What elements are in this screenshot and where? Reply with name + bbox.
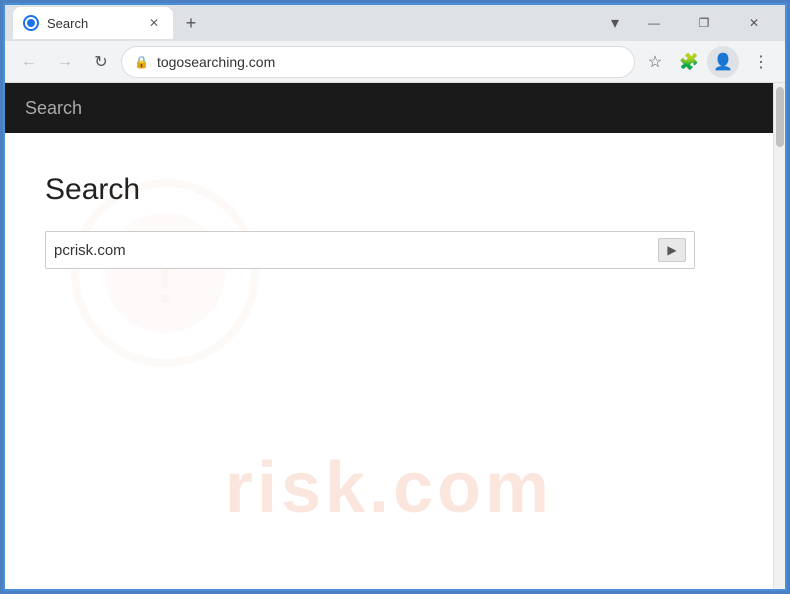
- minimize-button[interactable]: —: [631, 8, 677, 38]
- profile-icon: 👤: [713, 52, 733, 72]
- search-input[interactable]: [54, 242, 658, 259]
- search-submit-icon: ▶: [667, 243, 676, 257]
- watermark-text: risk.com: [5, 447, 773, 529]
- tab-close-button[interactable]: ✕: [145, 14, 163, 32]
- tab-strip: Search ✕ +: [13, 5, 599, 41]
- search-form: ▶: [45, 231, 695, 269]
- address-bar[interactable]: 🔒 togosearching.com: [121, 46, 635, 78]
- chrome-dropdown-icon[interactable]: ▾: [603, 11, 627, 35]
- tab-title: Search: [47, 16, 137, 31]
- maximize-button[interactable]: ❐: [681, 8, 727, 38]
- site-header-title: Search: [25, 98, 82, 119]
- page-main: Search ! risk.com Search ▶: [5, 83, 773, 589]
- forward-button[interactable]: →: [49, 46, 81, 78]
- star-icon: ☆: [648, 52, 662, 72]
- toolbar-right-actions: ☆ 🧩 👤 ⋮: [639, 46, 777, 78]
- browser-window: Search ✕ + ▾ — ❐ ✕ ← → ↻ 🔒 togosearching…: [3, 3, 787, 591]
- profile-button[interactable]: 👤: [707, 46, 739, 78]
- scrollbar[interactable]: [773, 83, 785, 589]
- menu-icon: ⋮: [753, 52, 769, 72]
- menu-button[interactable]: ⋮: [745, 46, 777, 78]
- scrollbar-thumb[interactable]: [776, 87, 784, 147]
- search-submit-button[interactable]: ▶: [658, 238, 686, 262]
- extensions-icon: 🧩: [679, 52, 699, 72]
- lock-icon: 🔒: [134, 55, 149, 69]
- window-controls: — ❐ ✕: [631, 8, 777, 38]
- close-button[interactable]: ✕: [731, 8, 777, 38]
- reload-button[interactable]: ↻: [85, 46, 117, 78]
- back-button[interactable]: ←: [13, 46, 45, 78]
- browser-toolbar: ← → ↻ 🔒 togosearching.com ☆ 🧩 👤 ⋮: [5, 41, 785, 83]
- bookmark-button[interactable]: ☆: [639, 46, 671, 78]
- active-tab[interactable]: Search ✕: [13, 7, 173, 39]
- page-content: Search ! risk.com Search ▶: [5, 83, 785, 589]
- new-tab-button[interactable]: +: [177, 9, 205, 37]
- search-section: Search ▶: [5, 133, 773, 309]
- page-title: Search: [45, 173, 733, 207]
- forward-icon: →: [57, 53, 73, 71]
- title-bar: Search ✕ + ▾ — ❐ ✕: [5, 5, 785, 41]
- back-icon: ←: [21, 53, 37, 71]
- extensions-button[interactable]: 🧩: [673, 46, 705, 78]
- address-text: togosearching.com: [157, 54, 622, 70]
- reload-icon: ↻: [94, 52, 107, 72]
- tab-favicon-icon: [23, 15, 39, 31]
- site-header: Search: [5, 83, 773, 133]
